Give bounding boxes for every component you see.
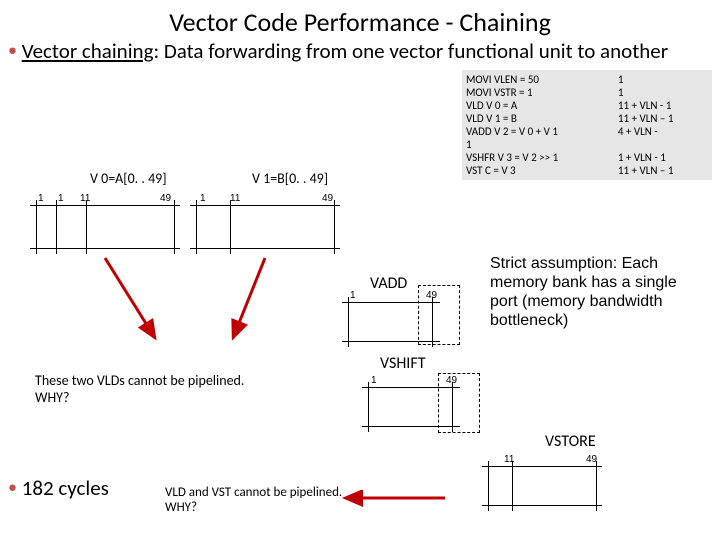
vstore-label: VSTORE <box>545 432 596 451</box>
tick-num: 1 <box>58 193 64 204</box>
tick-num: 1 <box>38 193 44 204</box>
tick-num: 1 <box>371 375 377 386</box>
unit-vstore <box>482 466 602 506</box>
note-vlds: These two VLDs cannot be pipelined. WHY? <box>35 372 265 406</box>
cycles-bullet: • 182 cycles <box>8 475 109 501</box>
v0-label: V 0=A[0. . 49] <box>90 170 167 187</box>
arrow-vld0-down <box>95 198 175 348</box>
v1-label: V 1=B[0. . 49] <box>252 170 328 187</box>
dash-vadd <box>418 285 460 345</box>
vadd-label: VADD <box>370 274 407 293</box>
tick-num: 1 <box>350 290 356 301</box>
page-title: Vector Code Performance - Chaining <box>0 0 720 38</box>
tick-num: 1 <box>200 193 206 204</box>
arrow-vld1-down <box>215 198 295 348</box>
arrow-vst <box>335 490 455 520</box>
vshift-label: VSHIFT <box>380 354 425 373</box>
bullet-chaining: • Vector chaining: Data forwarding from … <box>8 38 668 64</box>
code-listing: MOVI VLEN = 501 MOVI VSTR = 11 VLD V 0 =… <box>462 70 712 180</box>
dash-vshift <box>438 373 480 433</box>
tick-num: 49 <box>322 193 333 204</box>
note-vld-vst: VLD and VST cannot be pipelined. WHY? <box>165 485 345 515</box>
assumption-text: Strict assumption: Each memory bank has … <box>490 254 690 330</box>
